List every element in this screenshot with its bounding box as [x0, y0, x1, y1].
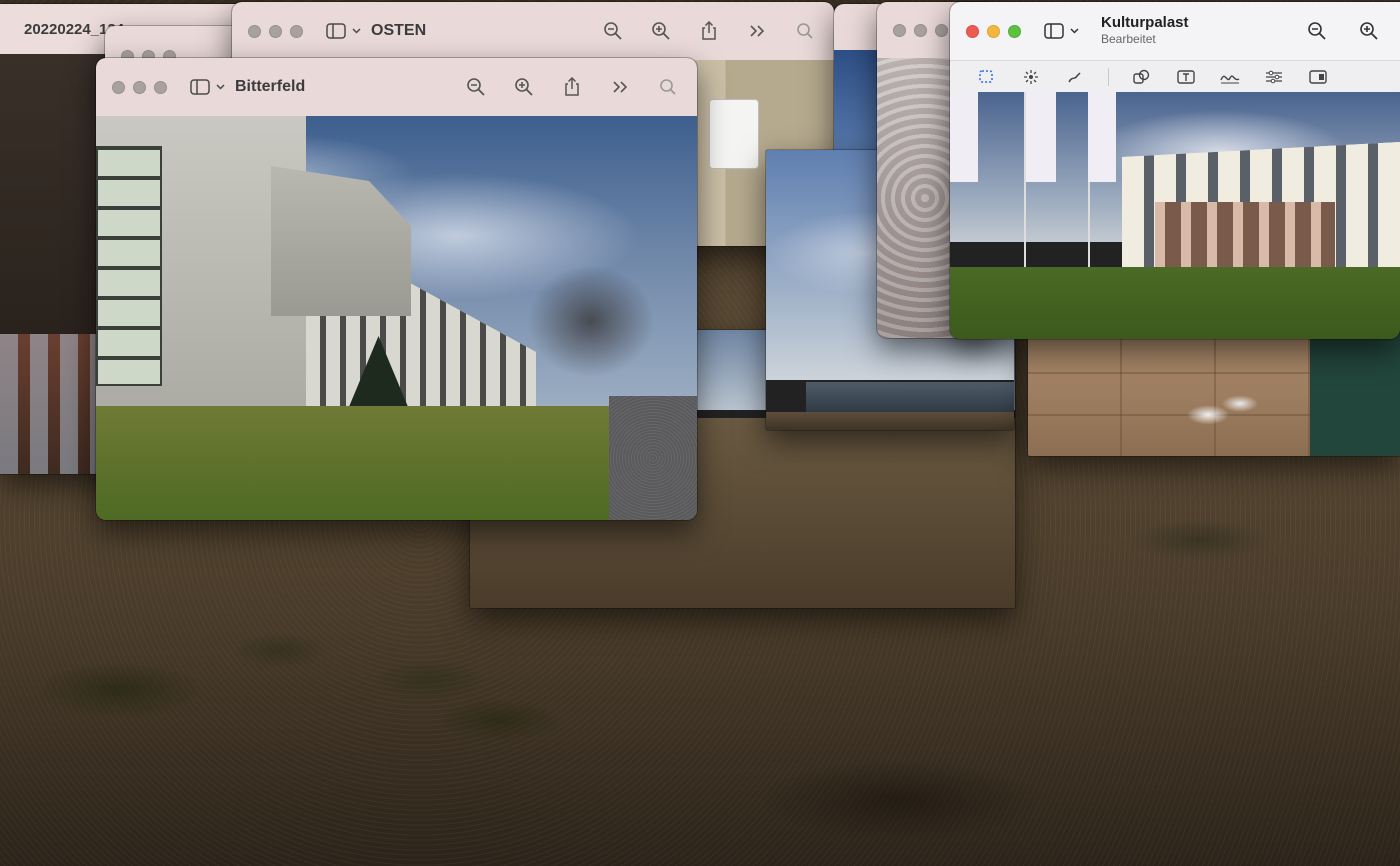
sketch-icon[interactable] — [1064, 66, 1086, 88]
minimize-icon[interactable] — [133, 80, 146, 94]
minimize-icon[interactable] — [914, 23, 927, 37]
chevron-down-icon — [215, 76, 225, 98]
window-subtitle: Bearbeitet — [1101, 32, 1156, 46]
sidebar-toggle-icon — [1043, 20, 1065, 42]
more-chevrons-icon[interactable] — [746, 20, 768, 42]
photo-bitterfeld-building — [96, 116, 697, 520]
close-icon[interactable] — [248, 24, 261, 38]
close-icon[interactable] — [893, 23, 906, 37]
bare-tree — [486, 226, 696, 416]
titlebar[interactable]: OSTEN — [232, 2, 834, 60]
sidebar-toggle-button[interactable] — [189, 76, 225, 98]
titlebar[interactable]: Kulturpalast Bearbeitet — [950, 2, 1400, 60]
window-title: Kulturpalast — [1101, 14, 1189, 31]
chevron-down-icon — [351, 20, 361, 42]
window-title-block: Kulturpalast Bearbeitet — [1101, 15, 1189, 47]
rect-select-icon[interactable] — [976, 66, 998, 88]
zoom-icon[interactable] — [290, 24, 303, 38]
zoom-in-icon[interactable] — [650, 20, 672, 42]
industrial-pipes — [806, 382, 1014, 412]
zoom-out-icon[interactable] — [1306, 20, 1328, 42]
instant-alpha-icon[interactable] — [1020, 66, 1042, 88]
toolbar-divider — [1108, 67, 1109, 86]
more-chevrons-icon[interactable] — [609, 76, 631, 98]
building-windows-tall — [96, 146, 162, 386]
minimize-icon[interactable] — [269, 24, 282, 38]
sidebar-toggle-button[interactable] — [1043, 20, 1079, 42]
search-icon[interactable] — [657, 76, 679, 98]
zoom-in-icon[interactable] — [513, 76, 535, 98]
zoom-icon[interactable] — [154, 80, 167, 94]
sidebar-toggle-icon — [189, 76, 211, 98]
chevron-down-icon — [1069, 20, 1079, 42]
sneakers — [1184, 370, 1264, 426]
page-layout-icon[interactable] — [1307, 66, 1329, 88]
green-floor-strip — [1310, 330, 1400, 456]
titlebar[interactable] — [834, 4, 880, 50]
close-icon[interactable] — [966, 24, 979, 38]
window-title: OSTEN — [371, 22, 427, 39]
adjust-color-icon[interactable] — [1263, 66, 1285, 88]
traffic-lights — [966, 24, 1021, 38]
photo-kulturpalast — [950, 92, 1400, 339]
gravel-path — [609, 396, 697, 520]
traffic-lights — [112, 80, 167, 94]
titlebar[interactable]: Bitterfeld — [96, 58, 697, 116]
sidebar-toggle-button[interactable] — [325, 20, 361, 42]
window-bitterfeld[interactable]: Bitterfeld — [96, 58, 697, 520]
banner-flags — [950, 92, 1120, 182]
kulturpalast-portico — [1155, 202, 1335, 267]
sidebar-toggle-icon — [325, 20, 347, 42]
text-box-icon[interactable] — [1175, 66, 1197, 88]
zoom-icon[interactable] — [935, 23, 948, 37]
window-title: Bitterfeld — [235, 78, 306, 95]
traffic-lights — [248, 24, 303, 38]
shapes-icon[interactable] — [1131, 66, 1153, 88]
wall-device — [710, 100, 758, 168]
zoom-out-icon[interactable] — [602, 20, 624, 42]
markup-toolbar — [950, 60, 1400, 92]
traffic-lights — [893, 23, 948, 37]
zoom-icon[interactable] — [1008, 24, 1021, 38]
window-kulturpalast[interactable]: Kulturpalast Bearbeitet — [950, 2, 1400, 339]
share-icon[interactable] — [698, 20, 720, 42]
minimize-icon[interactable] — [987, 24, 1000, 38]
zoom-out-icon[interactable] — [465, 76, 487, 98]
share-icon[interactable] — [561, 76, 583, 98]
zoom-in-icon[interactable] — [1358, 20, 1380, 42]
sign-icon[interactable] — [1219, 66, 1241, 88]
photo-window-floor[interactable] — [1028, 330, 1400, 456]
search-icon[interactable] — [794, 20, 816, 42]
close-icon[interactable] — [112, 80, 125, 94]
